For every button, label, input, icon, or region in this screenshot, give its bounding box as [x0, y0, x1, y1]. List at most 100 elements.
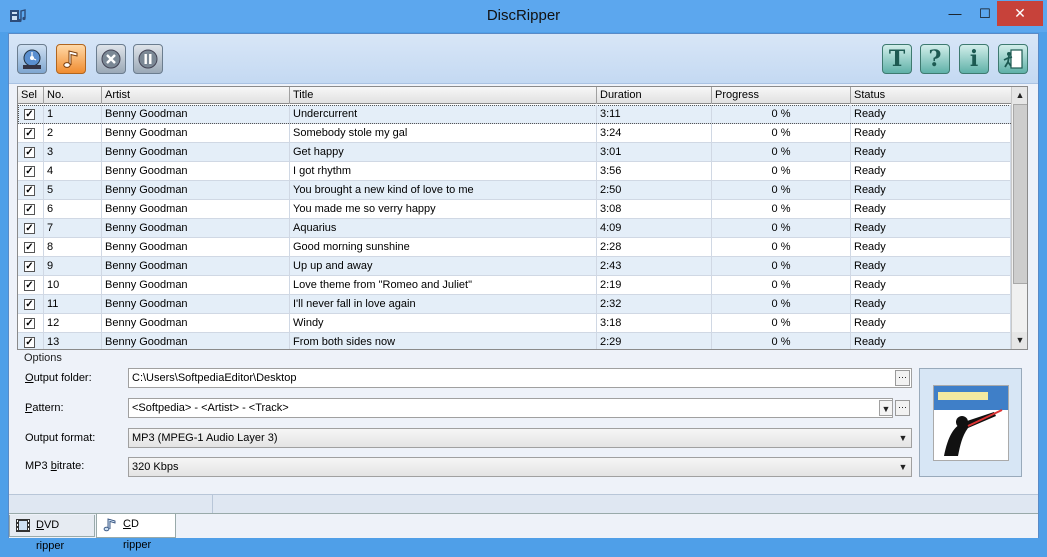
track-checkbox[interactable]: ✓ — [24, 185, 35, 196]
track-duration-cell: 3:08 — [597, 200, 712, 218]
output-format-select[interactable]: MP3 (MPEG-1 Audio Layer 3) — [128, 428, 912, 448]
column-header-duration[interactable]: Duration — [597, 87, 712, 104]
pause-button[interactable] — [133, 44, 163, 74]
table-row[interactable]: ✓ 12 Benny Goodman Windy 3:18 0 % Ready — [18, 314, 1011, 333]
film-icon — [16, 519, 30, 532]
track-status-cell: Ready — [851, 333, 1011, 349]
track-no-cell: 13 — [44, 333, 102, 349]
bitrate-label: MP3 bitrate: — [25, 460, 84, 472]
exit-button[interactable] — [998, 44, 1028, 74]
output-folder-input[interactable]: C:\Users\SoftpediaEditor\Desktop — [128, 368, 912, 388]
track-checkbox[interactable]: ✓ — [24, 109, 35, 120]
table-row[interactable]: ✓ 13 Benny Goodman From both sides now 2:29 0… — [18, 333, 1011, 349]
tab-cd-ripper[interactable]: CD ripper — [96, 514, 176, 551]
track-status-cell: Ready — [851, 181, 1011, 199]
track-checkbox[interactable]: ✓ — [24, 242, 35, 253]
scroll-down-button[interactable]: ▼ — [1012, 332, 1027, 349]
album-art-illustration-icon — [933, 385, 1008, 460]
column-header-no[interactable]: No. — [44, 87, 102, 104]
scroll-up-button[interactable]: ▲ — [1012, 87, 1027, 104]
pattern-dropdown-button[interactable]: ▼ — [879, 400, 893, 416]
track-checkbox[interactable]: ✓ — [24, 337, 35, 348]
table-row[interactable]: ✓ 8 Benny Goodman Good morning sunshine 2:28… — [18, 238, 1011, 257]
track-checkbox[interactable]: ✓ — [24, 223, 35, 234]
track-checkbox[interactable]: ✓ — [24, 318, 35, 329]
select-drive-button[interactable] — [17, 44, 47, 74]
track-title-cell: You made me so verry happy — [290, 200, 597, 218]
column-header-status[interactable]: Status — [851, 87, 1011, 104]
track-checkbox[interactable]: ✓ — [24, 299, 35, 310]
track-duration-cell: 2:19 — [597, 276, 712, 294]
track-duration-cell: 3:56 — [597, 162, 712, 180]
track-no-cell: 11 — [44, 295, 102, 313]
table-row[interactable]: ✓ 6 Benny Goodman You made me so verry happ… — [18, 200, 1011, 219]
table-row[interactable]: ✓ 5 Benny Goodman You brought a new kind of… — [18, 181, 1011, 200]
track-checkbox[interactable]: ✓ — [24, 204, 35, 215]
rip-button[interactable] — [56, 44, 86, 74]
track-title-cell: Good morning sunshine — [290, 238, 597, 256]
pattern-input[interactable]: <Softpedia> - <Artist> - <Track> — [128, 398, 893, 418]
track-duration-cell: 4:09 — [597, 219, 712, 237]
column-header-progress[interactable]: Progress — [712, 87, 851, 104]
close-button[interactable]: ✕ — [997, 1, 1043, 26]
track-title-cell: Up up and away — [290, 257, 597, 275]
table-row[interactable]: ✓ 10 Benny Goodman Love theme from "Romeo a… — [18, 276, 1011, 295]
pattern-label-text: attern: — [32, 402, 64, 414]
table-row[interactable]: ✓ 9 Benny Goodman Up up and away 2:43 0 % Read… — [18, 257, 1011, 276]
track-progress-cell: 0 % — [712, 333, 851, 349]
track-checkbox[interactable]: ✓ — [24, 147, 35, 158]
status-bar-panel — [212, 495, 213, 514]
table-row[interactable]: ✓ 2 Benny Goodman Somebody stole my gal 3:24… — [18, 124, 1011, 143]
track-progress-cell: 0 % — [712, 276, 851, 294]
column-header-title[interactable]: Title — [290, 87, 597, 104]
track-duration-cell: 3:18 — [597, 314, 712, 332]
track-no-cell: 6 — [44, 200, 102, 218]
track-artist-cell: Benny Goodman — [102, 162, 290, 180]
track-table[interactable]: Sel No. Artist Title Duration Progress S… — [17, 86, 1028, 350]
bitrate-chevron-down-icon[interactable]: ▼ — [896, 459, 910, 475]
track-duration-cell: 3:11 — [597, 105, 712, 123]
table-row[interactable]: ✓ 1 Benny Goodman Undercurrent 3:11 0 % Ready — [18, 105, 1011, 124]
track-no-cell: 5 — [44, 181, 102, 199]
output-folder-label-text: utput folder: — [33, 372, 92, 384]
track-checkbox[interactable]: ✓ — [24, 261, 35, 272]
track-duration-cell: 3:01 — [597, 143, 712, 161]
track-checkbox[interactable]: ✓ — [24, 128, 35, 139]
track-artist-cell: Benny Goodman — [102, 200, 290, 218]
track-progress-cell: 0 % — [712, 238, 851, 256]
tools-button[interactable]: T — [882, 44, 912, 74]
about-button[interactable]: i — [959, 44, 989, 74]
vertical-scrollbar[interactable]: ▲ ▼ — [1011, 87, 1027, 349]
output-folder-accel: O — [25, 372, 34, 384]
window-title: DiscRipper — [486, 7, 561, 24]
stop-button[interactable] — [96, 44, 126, 74]
maximize-button[interactable]: ☐ — [970, 1, 1000, 26]
bitrate-select[interactable]: 320 Kbps — [128, 457, 912, 477]
track-title-cell: Aquarius — [290, 219, 597, 237]
exit-door-icon — [1003, 49, 1023, 69]
column-header-artist[interactable]: Artist — [102, 87, 290, 104]
track-no-cell: 12 — [44, 314, 102, 332]
pattern-editor-button[interactable]: ··· — [895, 400, 910, 416]
table-row[interactable]: ✓ 4 Benny Goodman I got rhythm 3:56 0 % Ready — [18, 162, 1011, 181]
track-checkbox[interactable]: ✓ — [24, 166, 35, 177]
track-status-cell: Ready — [851, 200, 1011, 218]
table-row[interactable]: ✓ 11 Benny Goodman I'll never fall in love … — [18, 295, 1011, 314]
track-no-cell: 7 — [44, 219, 102, 237]
track-status-cell: Ready — [851, 314, 1011, 332]
table-row[interactable]: ✓ 7 Benny Goodman Aquarius 4:09 0 % Ready — [18, 219, 1011, 238]
album-cover — [919, 368, 1022, 477]
album-art-image — [932, 384, 1009, 461]
title-bar[interactable]: DiscRipper — ☐ ✕ — [0, 0, 1047, 32]
column-header-sel[interactable]: Sel — [18, 87, 44, 104]
track-title-cell: Somebody stole my gal — [290, 124, 597, 142]
track-checkbox[interactable]: ✓ — [24, 280, 35, 291]
output-format-chevron-down-icon[interactable]: ▼ — [896, 430, 910, 446]
minimize-button[interactable]: — — [940, 1, 970, 26]
sel-cell: ✓ — [18, 124, 44, 142]
table-row[interactable]: ✓ 3 Benny Goodman Get happy 3:01 0 % Ready — [18, 143, 1011, 162]
tab-dvd-ripper[interactable]: DVD ripper — [9, 515, 95, 552]
help-button[interactable]: ? — [920, 44, 950, 74]
scroll-thumb[interactable] — [1013, 104, 1027, 284]
browse-folder-button[interactable]: ··· — [895, 370, 910, 386]
